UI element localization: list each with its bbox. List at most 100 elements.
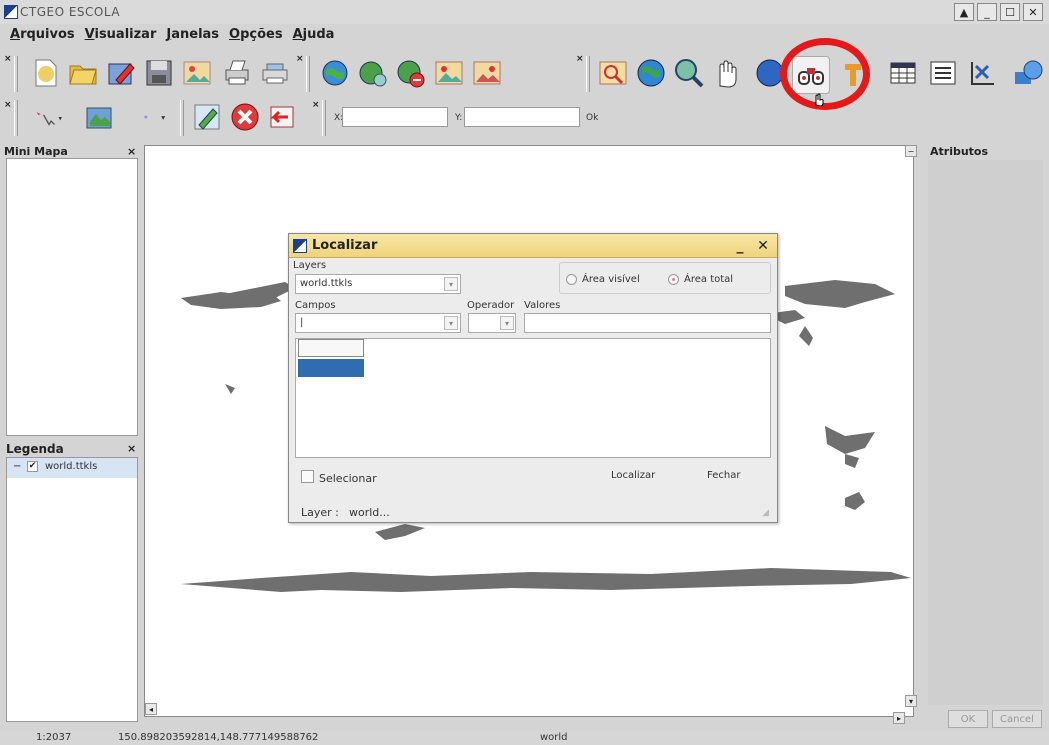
svg-text:▾: ▾ xyxy=(161,113,165,122)
menu-arquivos[interactable]: Arquivos xyxy=(10,27,75,47)
dialog-close-button[interactable]: ✕ xyxy=(753,236,773,255)
toolbar-close-icon[interactable]: × xyxy=(312,100,320,110)
resize-grip-icon[interactable]: ◢ xyxy=(762,508,769,518)
dialog-logo-icon xyxy=(293,238,307,253)
dialog-title: Localizar xyxy=(312,238,378,253)
select-tool-icon[interactable]: ▾ xyxy=(22,98,72,136)
ok-coords-button[interactable]: Ok xyxy=(586,113,598,123)
scroll-right-icon[interactable]: ▸ xyxy=(893,712,905,724)
pan-hand-icon[interactable] xyxy=(708,54,746,92)
close-button[interactable]: ✕ xyxy=(1023,3,1043,21)
attributes-title: Atributos xyxy=(930,145,989,158)
attributes-cancel-button[interactable]: Cancel xyxy=(992,710,1042,728)
legend-layer-row[interactable]: − ✔ world.ttkls xyxy=(7,458,137,478)
list-icon[interactable] xyxy=(924,54,962,92)
svg-text:▾: ▾ xyxy=(59,114,63,122)
radio-visible-label: Área visível xyxy=(582,274,640,285)
main-toolbar: × × × xyxy=(0,52,1049,96)
dropdown-icon[interactable]: ▾ xyxy=(130,98,174,136)
zoom-area-icon[interactable] xyxy=(594,54,632,92)
results-header[interactable] xyxy=(298,339,364,357)
results-selected-row[interactable] xyxy=(298,359,364,377)
save-icon[interactable] xyxy=(140,54,178,92)
add-theme-icon[interactable] xyxy=(354,54,392,92)
dialog-minimize-button[interactable]: _ xyxy=(730,236,750,255)
results-list[interactable] xyxy=(295,338,771,458)
selecionar-label: Selecionar xyxy=(319,472,377,485)
print-preview-icon[interactable] xyxy=(256,54,294,92)
mini-map-title: Mini Mapa xyxy=(4,145,68,158)
layer-image-icon[interactable] xyxy=(430,54,468,92)
layers-dropdown-icon[interactable]: ▾ xyxy=(444,277,458,291)
export-icon[interactable] xyxy=(1004,54,1048,92)
collapse-icon[interactable]: − xyxy=(905,145,917,157)
scroll-down-icon[interactable]: ▾ xyxy=(905,695,917,707)
table-icon[interactable] xyxy=(884,54,922,92)
valores-input[interactable] xyxy=(524,313,771,333)
area-radio-group: Área visível Área total xyxy=(559,262,771,294)
y-label: Y: xyxy=(455,113,463,123)
title-bar: CTGEO ESCOLA ▲ _ ☐ ✕ xyxy=(0,0,1049,24)
layer-image-2-icon[interactable] xyxy=(468,54,506,92)
radio-total-area[interactable] xyxy=(668,274,679,285)
toolbar-close-icon[interactable]: × xyxy=(4,54,12,64)
globe-icon[interactable] xyxy=(632,54,670,92)
toolbar-grip[interactable] xyxy=(322,100,326,136)
operador-dropdown-icon[interactable]: ▾ xyxy=(500,316,514,330)
operador-label: Operador xyxy=(467,300,515,311)
toolbar-grip[interactable] xyxy=(180,100,184,136)
y-coordinate-input[interactable] xyxy=(464,107,580,127)
edit-pencil-icon[interactable] xyxy=(188,98,226,136)
print-icon[interactable] xyxy=(218,54,256,92)
x-coordinate-input[interactable] xyxy=(342,107,448,127)
graph-icon[interactable] xyxy=(964,54,1002,92)
remove-layer-icon[interactable] xyxy=(392,54,430,92)
cancel-edit-icon[interactable] xyxy=(226,98,264,136)
new-project-icon[interactable] xyxy=(26,54,64,92)
legend-layer-checkbox[interactable]: ✔ xyxy=(27,461,38,472)
dialog-title-bar[interactable]: Localizar _ ✕ xyxy=(289,234,777,258)
mini-map-panel[interactable] xyxy=(6,158,138,436)
menu-visualizar[interactable]: Visualizar xyxy=(85,27,157,47)
status-coordinates: 150.898203592814,148.777149588762 xyxy=(118,732,319,743)
campos-select[interactable]: | xyxy=(295,313,461,333)
zoom-in-icon[interactable] xyxy=(670,54,708,92)
legend-close-icon[interactable]: × xyxy=(127,442,136,455)
legend-title: Legenda xyxy=(6,442,64,456)
radio-visible-area[interactable] xyxy=(566,274,577,285)
toolbar-close-icon[interactable]: × xyxy=(576,54,584,64)
toolbar-close-icon[interactable]: × xyxy=(296,54,304,64)
selecionar-checkbox[interactable] xyxy=(301,470,314,483)
scroll-left-icon[interactable]: ◂ xyxy=(145,703,157,715)
window-controls: ▲ _ ☐ ✕ xyxy=(954,3,1043,21)
layers-select[interactable]: world.ttkls xyxy=(295,274,461,294)
maximize-button[interactable]: ☐ xyxy=(1000,3,1020,21)
minimize-button[interactable]: _ xyxy=(977,3,997,21)
edit-map-icon[interactable] xyxy=(102,54,140,92)
layer-tool-icon[interactable] xyxy=(80,98,118,136)
menu-janelas[interactable]: Janelas xyxy=(166,27,219,47)
mini-map-close-icon[interactable]: × xyxy=(127,145,136,158)
attributes-ok-button[interactable]: OK xyxy=(948,710,988,728)
toolbar-grip[interactable] xyxy=(14,100,18,136)
fechar-button[interactable]: Fechar xyxy=(707,470,740,481)
toolbar-grip[interactable] xyxy=(14,56,18,92)
layer-info-label: Layer : xyxy=(301,506,339,519)
status-layer: world xyxy=(540,732,568,743)
toolbar-grip[interactable] xyxy=(586,56,590,92)
legend-expand-icon[interactable]: − xyxy=(13,461,21,472)
menu-ajuda[interactable]: Ajuda xyxy=(293,27,335,47)
save-image-icon[interactable] xyxy=(178,54,216,92)
localizar-dialog: Localizar _ ✕ Layers world.ttkls ▾ Área … xyxy=(288,233,778,523)
add-layer-icon[interactable] xyxy=(316,54,354,92)
menu-opcoes[interactable]: Opções xyxy=(229,27,283,47)
restore-icon[interactable]: ▲ xyxy=(954,3,974,21)
exit-edit-icon[interactable] xyxy=(264,98,302,136)
toolbar-grip[interactable] xyxy=(306,56,310,92)
campos-dropdown-icon[interactable]: ▾ xyxy=(444,316,458,330)
layer-info-value: world... xyxy=(349,506,390,519)
localizar-button[interactable]: Localizar xyxy=(611,470,655,481)
open-folder-icon[interactable] xyxy=(64,54,102,92)
toolbar-close-icon[interactable]: × xyxy=(4,100,12,110)
app-logo-icon xyxy=(4,5,18,19)
